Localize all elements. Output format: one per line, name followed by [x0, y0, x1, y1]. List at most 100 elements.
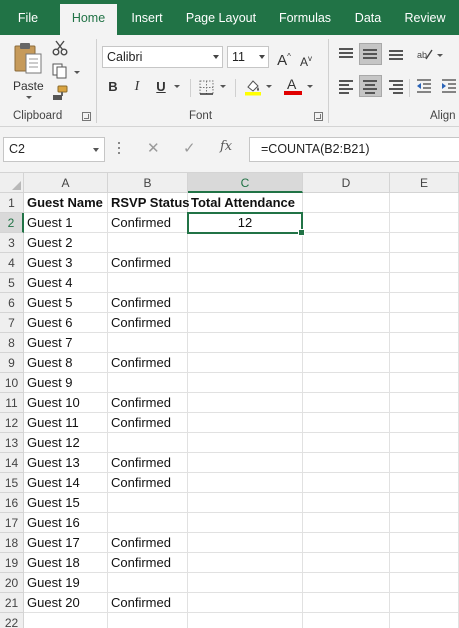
cell-c19[interactable] — [188, 553, 303, 573]
cell-c6[interactable] — [188, 293, 303, 313]
cell-d22[interactable] — [303, 613, 390, 628]
cell-a19[interactable]: Guest 18 — [24, 553, 108, 573]
cell-d10[interactable] — [303, 373, 390, 393]
font-name-select[interactable]: Calibri — [102, 46, 223, 68]
cell-b12[interactable]: Confirmed — [108, 413, 188, 433]
row-header-18[interactable]: 18 — [0, 533, 24, 553]
font-color-button[interactable]: A — [284, 76, 302, 96]
tab-page-layout[interactable]: Page Layout — [180, 0, 262, 35]
orientation-dropdown-icon[interactable] — [437, 54, 443, 57]
cell-e10[interactable] — [390, 373, 459, 393]
align-left-icon[interactable] — [339, 79, 355, 94]
cell-b22[interactable] — [108, 613, 188, 628]
cell-e19[interactable] — [390, 553, 459, 573]
cell-c2[interactable]: 12 — [188, 213, 303, 233]
column-header-e[interactable]: E — [390, 173, 459, 193]
row-header-17[interactable]: 17 — [0, 513, 24, 533]
increase-indent-icon[interactable] — [441, 79, 457, 94]
font-launcher-icon[interactable] — [314, 112, 323, 121]
row-header-7[interactable]: 7 — [0, 313, 24, 333]
cell-e13[interactable] — [390, 433, 459, 453]
row-header-20[interactable]: 20 — [0, 573, 24, 593]
cell-c12[interactable] — [188, 413, 303, 433]
cell-a9[interactable]: Guest 8 — [24, 353, 108, 373]
cell-d20[interactable] — [303, 573, 390, 593]
row-header-4[interactable]: 4 — [0, 253, 24, 273]
cell-b19[interactable]: Confirmed — [108, 553, 188, 573]
cell-e1[interactable] — [390, 193, 459, 213]
row-header-15[interactable]: 15 — [0, 473, 24, 493]
cell-e2[interactable] — [390, 213, 459, 233]
cell-d13[interactable] — [303, 433, 390, 453]
align-top-icon[interactable] — [339, 47, 355, 60]
cell-a16[interactable]: Guest 15 — [24, 493, 108, 513]
cell-a7[interactable]: Guest 6 — [24, 313, 108, 333]
cell-b17[interactable] — [108, 513, 188, 533]
cell-c10[interactable] — [188, 373, 303, 393]
fill-color-dropdown-icon[interactable] — [266, 85, 272, 88]
column-header-d[interactable]: D — [303, 173, 390, 193]
row-header-16[interactable]: 16 — [0, 493, 24, 513]
row-header-19[interactable]: 19 — [0, 553, 24, 573]
row-header-2[interactable]: 2 — [0, 213, 24, 233]
cell-b7[interactable]: Confirmed — [108, 313, 188, 333]
cell-b5[interactable] — [108, 273, 188, 293]
tab-review[interactable]: Review — [398, 0, 452, 35]
row-header-5[interactable]: 5 — [0, 273, 24, 293]
cell-a3[interactable]: Guest 2 — [24, 233, 108, 253]
row-header-14[interactable]: 14 — [0, 453, 24, 473]
cell-b3[interactable] — [108, 233, 188, 253]
tab-file[interactable]: File — [9, 0, 47, 35]
cell-b10[interactable] — [108, 373, 188, 393]
cell-a11[interactable]: Guest 10 — [24, 393, 108, 413]
cell-e8[interactable] — [390, 333, 459, 353]
cell-d8[interactable] — [303, 333, 390, 353]
cell-e3[interactable] — [390, 233, 459, 253]
cell-e4[interactable] — [390, 253, 459, 273]
cell-e11[interactable] — [390, 393, 459, 413]
cell-d1[interactable] — [303, 193, 390, 213]
cell-d6[interactable] — [303, 293, 390, 313]
align-bottom-icon[interactable] — [389, 47, 405, 60]
borders-icon[interactable] — [199, 80, 214, 95]
cell-a5[interactable]: Guest 4 — [24, 273, 108, 293]
cell-b16[interactable] — [108, 493, 188, 513]
underline-dropdown-icon[interactable] — [174, 85, 180, 88]
cell-c8[interactable] — [188, 333, 303, 353]
enter-icon[interactable]: ✓ — [183, 139, 196, 159]
cell-b18[interactable]: Confirmed — [108, 533, 188, 553]
name-box[interactable]: C2 — [3, 137, 105, 162]
cell-c15[interactable] — [188, 473, 303, 493]
cell-d19[interactable] — [303, 553, 390, 573]
cell-e5[interactable] — [390, 273, 459, 293]
worksheet-grid[interactable]: A B C D E 1 Guest Name RSVP Status Total Attenda… — [0, 173, 459, 628]
cell-a12[interactable]: Guest 11 — [24, 413, 108, 433]
cell-b11[interactable]: Confirmed — [108, 393, 188, 413]
row-header-8[interactable]: 8 — [0, 333, 24, 353]
cell-c7[interactable] — [188, 313, 303, 333]
cell-b15[interactable]: Confirmed — [108, 473, 188, 493]
cell-d16[interactable] — [303, 493, 390, 513]
grow-font-button[interactable]: A^ — [276, 47, 292, 71]
cell-d11[interactable] — [303, 393, 390, 413]
cell-d3[interactable] — [303, 233, 390, 253]
column-header-c[interactable]: C — [188, 173, 303, 193]
cell-d2[interactable] — [303, 213, 390, 233]
bold-button[interactable]: B — [105, 77, 121, 97]
cell-d14[interactable] — [303, 453, 390, 473]
cell-e14[interactable] — [390, 453, 459, 473]
tab-data[interactable]: Data — [347, 0, 389, 35]
cell-b14[interactable]: Confirmed — [108, 453, 188, 473]
cell-a17[interactable]: Guest 16 — [24, 513, 108, 533]
cell-a1[interactable]: Guest Name — [24, 193, 108, 213]
cell-c14[interactable] — [188, 453, 303, 473]
cancel-icon[interactable]: ✕ — [147, 139, 160, 159]
format-painter-icon[interactable] — [52, 85, 68, 101]
cell-c13[interactable] — [188, 433, 303, 453]
cell-a13[interactable]: Guest 12 — [24, 433, 108, 453]
cell-e17[interactable] — [390, 513, 459, 533]
cell-b20[interactable] — [108, 573, 188, 593]
row-header-11[interactable]: 11 — [0, 393, 24, 413]
cell-d4[interactable] — [303, 253, 390, 273]
cell-d12[interactable] — [303, 413, 390, 433]
